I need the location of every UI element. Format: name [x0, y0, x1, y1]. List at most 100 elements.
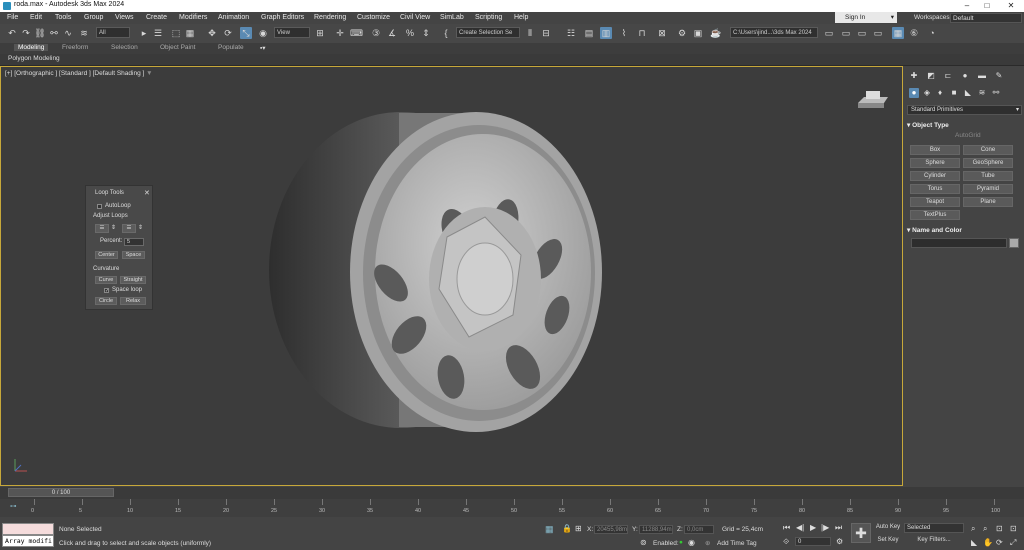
percent-field[interactable]: 5 — [124, 238, 144, 246]
helpers-icon[interactable]: ◣ — [963, 88, 973, 98]
create-project-icon[interactable]: ▭ — [856, 27, 868, 39]
menu-group[interactable]: Group — [84, 14, 103, 21]
render-region-icon[interactable]: ⑥ — [908, 27, 920, 39]
time-tag-icon[interactable]: ◉ — [688, 538, 695, 547]
menu-modifiers[interactable]: Modifiers — [179, 14, 207, 21]
zoom-icon[interactable]: ⌕ — [971, 524, 975, 534]
shapes-icon[interactable]: ◈ — [922, 88, 932, 98]
center-button[interactable]: Center — [95, 251, 118, 259]
menu-tools[interactable]: Tools — [55, 14, 71, 21]
utilities-tab-icon[interactable]: ✎ — [994, 71, 1004, 81]
modify-tab-icon[interactable]: ◩ — [926, 71, 936, 81]
project-path-dropdown[interactable]: C:\Users\jind...\3ds Max 2024 — [730, 27, 818, 38]
object-name-field[interactable] — [911, 238, 1007, 248]
ref-coord-dropdown[interactable]: View — [274, 27, 310, 38]
place-icon[interactable]: ◉ — [257, 27, 269, 39]
straight-button[interactable]: Straight — [120, 276, 146, 284]
menu-help[interactable]: Help — [514, 14, 528, 21]
loop-grow-icon[interactable]: ☰ — [95, 224, 109, 233]
spinner-icon[interactable]: ⇕ — [111, 224, 116, 231]
track-bar-toggle-icon[interactable]: ⊶ — [10, 502, 17, 510]
time-slider[interactable]: 0 / 100 — [0, 487, 1024, 499]
zoom-extents-all-icon[interactable]: ⊡ — [1010, 524, 1017, 533]
project-folder-icon[interactable]: ▭ — [823, 27, 835, 39]
zoom-all-icon[interactable]: ⌕ — [983, 524, 987, 534]
named-selection-dropdown[interactable]: Create Selection Se — [456, 27, 520, 38]
cameras-icon[interactable]: ■ — [949, 88, 959, 98]
previous-frame-icon[interactable]: ◀︎| — [796, 523, 804, 532]
align-icon[interactable]: ⊟ — [540, 27, 552, 39]
geosphere-button[interactable]: GeoSphere — [963, 158, 1013, 168]
viewport-layout-icon[interactable]: ▦ — [892, 27, 904, 39]
schematic-view-icon[interactable]: ⊓ — [636, 27, 648, 39]
redo-icon[interactable]: ↷ — [20, 27, 32, 39]
sign-in-button[interactable]: Sign In ▾ — [835, 12, 897, 23]
tab-populate[interactable]: Populate — [218, 44, 244, 51]
angle-snap-icon[interactable]: ∡ — [386, 27, 398, 39]
x-coordinate-field[interactable]: 20455,98m — [594, 525, 628, 534]
loop-shrink-icon[interactable]: ☰ — [122, 224, 136, 233]
link-icon[interactable]: ⛓ — [34, 27, 46, 39]
key-mode-icon[interactable]: ⟐ — [783, 537, 789, 547]
display-tab-icon[interactable]: ▬ — [977, 71, 987, 81]
circle-button[interactable]: Circle — [95, 297, 117, 305]
project-settings-icon[interactable]: ▭ — [872, 27, 884, 39]
autogrid-checkbox-label[interactable]: AutoGrid — [955, 132, 981, 139]
create-tab-icon[interactable]: ✚ — [909, 71, 919, 81]
key-icon[interactable]: ⊕ — [705, 539, 710, 547]
menu-animation[interactable]: Animation — [218, 14, 249, 21]
teapot-button[interactable]: Teapot — [910, 197, 960, 207]
zoom-extents-icon[interactable]: ⊡ — [996, 524, 1003, 533]
y-coordinate-field[interactable]: 11288,94m — [639, 525, 673, 534]
space-loop-checkbox[interactable]: ✓ — [104, 288, 109, 294]
field-of-view-icon[interactable]: ◣ — [971, 538, 977, 547]
current-frame-field[interactable]: 0 — [795, 537, 831, 546]
undo-icon[interactable]: ↶ — [6, 27, 18, 39]
isolate-selection-icon[interactable]: ▦ — [545, 524, 554, 535]
plane-button[interactable]: Plane — [963, 197, 1013, 207]
menu-customize[interactable]: Customize — [357, 14, 390, 21]
track-bar[interactable]: ⊶ 0 5 10 15 20 25 30 35 40 45 50 55 60 65 70 75 80 85 90 95… — [0, 499, 1024, 517]
orbit-icon[interactable]: ⟳ — [996, 538, 1003, 547]
menu-edit[interactable]: Edit — [30, 14, 42, 21]
pyramid-button[interactable]: Pyramid — [963, 184, 1013, 194]
menu-views[interactable]: Views — [115, 14, 134, 21]
snap-3d-icon[interactable]: ③ — [370, 27, 382, 39]
systems-icon[interactable]: ⚯ — [991, 88, 1001, 98]
layer-explorer-icon[interactable]: ▤ — [583, 27, 595, 39]
motion-tab-icon[interactable]: ● — [960, 71, 970, 81]
geometry-icon[interactable]: ● — [909, 88, 919, 98]
pivot-center-icon[interactable]: ⊞ — [314, 27, 326, 39]
tube-button[interactable]: Tube — [963, 171, 1013, 181]
menu-rendering[interactable]: Rendering — [314, 14, 346, 21]
autoloop-checkbox[interactable] — [97, 204, 102, 209]
textplus-button[interactable]: TextPlus — [910, 210, 960, 220]
relax-button[interactable]: Relax — [120, 297, 146, 305]
maxscript-mini-listener[interactable]: Array modifi — [2, 535, 54, 547]
menu-civil-view[interactable]: Civil View — [400, 14, 430, 21]
select-by-name-icon[interactable]: ☰ — [152, 27, 164, 39]
rect-selection-icon[interactable]: ⬚ — [170, 27, 182, 39]
absolute-mode-icon[interactable]: ⊞ — [575, 524, 582, 533]
time-slider-thumb[interactable]: 0 / 100 — [8, 488, 114, 497]
set-key-button[interactable]: Set Key — [875, 536, 901, 546]
cylinder-button[interactable]: Cylinder — [910, 171, 960, 181]
primitive-category-dropdown[interactable]: Standard Primitives ▾ — [907, 105, 1022, 115]
keyboard-shortcut-icon[interactable]: ⌨ — [350, 27, 363, 39]
object-type-rollout[interactable]: ▾ Object Type — [907, 121, 1022, 129]
selected-dropdown[interactable]: Selected — [904, 523, 964, 533]
set-keys-icon[interactable]: ✚ — [851, 523, 871, 543]
scene-explorer-icon[interactable]: ☷ — [565, 27, 577, 39]
maxscript-listener-output[interactable] — [2, 523, 54, 535]
tab-selection[interactable]: Selection — [111, 44, 138, 51]
menu-scripting[interactable]: Scripting — [475, 14, 502, 21]
box-button[interactable]: Box — [910, 145, 960, 155]
sphere-button[interactable]: Sphere — [910, 158, 960, 168]
z-coordinate-field[interactable]: 0,0cm — [684, 525, 714, 534]
edit-named-selection-icon[interactable]: { — [440, 27, 452, 39]
open-project-icon[interactable]: ▭ — [840, 27, 852, 39]
cycle-icon[interactable]: ◔ — [926, 27, 938, 39]
add-time-tag-label[interactable]: Add Time Tag — [717, 540, 757, 547]
menu-file[interactable]: File — [7, 14, 18, 21]
time-config-icon[interactable]: ⚙ — [836, 537, 843, 546]
